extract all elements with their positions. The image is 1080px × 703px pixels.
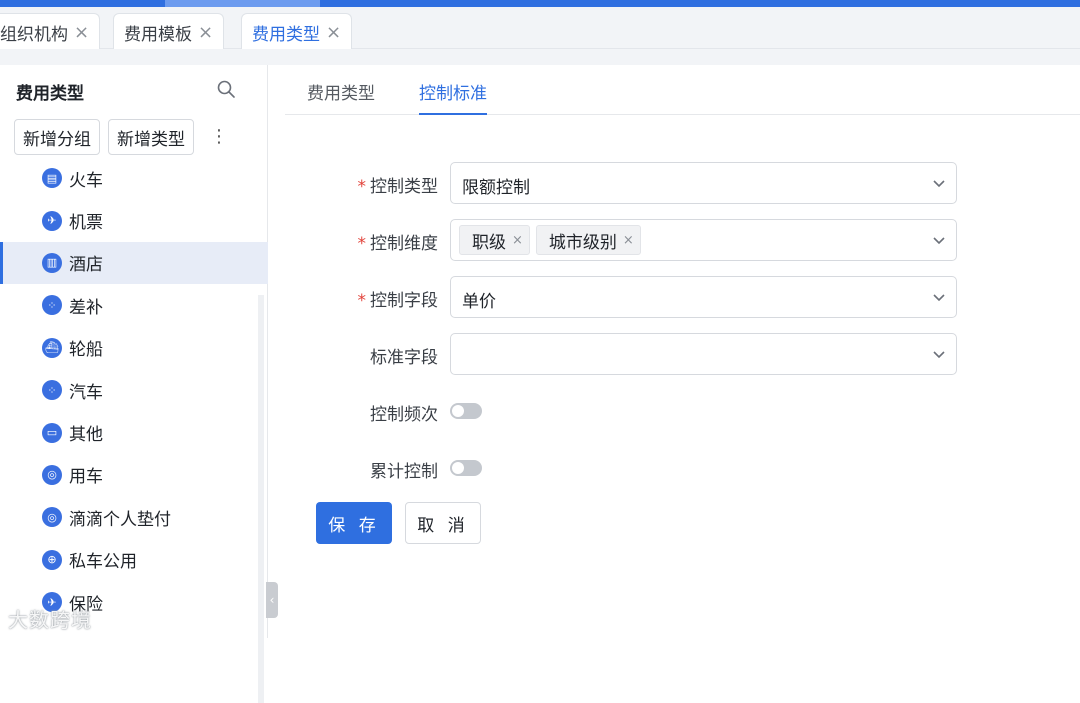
plane-icon: ✈ [42, 210, 62, 231]
sidebar: 费用类型 新增分组 新增类型 ⋮ ▤ 火车 ✈ 机票 ▥ 酒店 ⁘ 差补 ⛴ 轮船 ⁘ 汽车 ▭ 其他 ◎ 用… [0, 65, 268, 703]
sidebar-item[interactable]: ✈ 机票 [0, 199, 268, 241]
tab-expense-type[interactable]: 费用类型 × [241, 13, 353, 50]
cumulative-control-label: 累计控制 [370, 462, 438, 482]
control-type-label: 控制类型 [370, 177, 438, 197]
hotel-icon: ▥ [42, 252, 62, 273]
grid-icon: ⁘ [42, 380, 62, 401]
control-field-label: 控制字段 [370, 291, 438, 311]
train-icon: ▤ [42, 168, 62, 189]
sidebar-item-label: 用车 [69, 467, 103, 488]
top-accent-bar [0, 0, 1080, 7]
control-type-value: 限额控制 [462, 178, 530, 198]
sidebar-item-label: 酒店 [69, 255, 103, 276]
sidebar-item-label: 机票 [69, 213, 103, 234]
header-spacer [0, 49, 1080, 65]
add-type-button[interactable]: 新增类型 [108, 119, 194, 155]
chevron-down-icon [933, 351, 945, 359]
shield-icon: ◎ [42, 507, 62, 528]
dimension-tag: 城市级别 × [535, 225, 641, 255]
tab-label: 费用模板 [124, 24, 192, 45]
cumulative-control-toggle[interactable] [450, 460, 482, 476]
sidebar-item-label: 汽车 [69, 382, 103, 403]
tab-label: 费用类型 [252, 24, 320, 45]
page-tab-strip: 组织机构 × 费用模板 × 费用类型 × [0, 7, 1080, 50]
sidebar-item-label: 私车公用 [69, 552, 137, 573]
standard-field-label: 标准字段 [370, 348, 438, 368]
control-type-select[interactable]: 限额控制 [450, 162, 957, 204]
control-frequency-row: 控制频次 [268, 390, 1080, 432]
tab-control-standard[interactable]: 控制标准 [419, 79, 487, 115]
top-accent-highlight [165, 0, 320, 7]
required-mark: * [357, 234, 367, 254]
tab-label: 组织机构 [0, 24, 68, 45]
expense-type-tree: ▤ 火车 ✈ 机票 ▥ 酒店 ⁘ 差补 ⛴ 轮船 ⁘ 汽车 ▭ 其他 ◎ 用车 ◎ 滴滴个人垫付 ⊕ 私车公用 ✈ 保险 [0, 157, 268, 623]
cumulative-control-row: 累计控制 [268, 447, 1080, 489]
control-field-value: 单价 [462, 292, 496, 312]
control-dimension-row: * 控制维度 职级 × 城市级别 × [268, 219, 1080, 261]
tag-label: 职级 [472, 232, 506, 253]
chevron-down-icon [933, 294, 945, 302]
sidebar-item-label: 差补 [69, 297, 103, 318]
ship-icon: ⛴ [42, 337, 62, 358]
control-field-row: * 控制字段 单价 [268, 276, 1080, 318]
dimension-tag: 职级 × [459, 225, 530, 255]
sidebar-item[interactable]: ⁘ 汽车 [0, 369, 268, 411]
standard-field-row: 标准字段 [268, 333, 1080, 375]
sidebar-item-label: 轮船 [69, 340, 103, 361]
sidebar-item[interactable]: ▥ 酒店 [0, 241, 268, 285]
toggle-knob [452, 462, 464, 474]
chevron-down-icon [933, 180, 945, 188]
chevron-down-icon [933, 237, 945, 245]
tag-label: 城市级别 [548, 232, 617, 253]
tag-close-icon[interactable]: × [623, 233, 634, 248]
control-field-select[interactable]: 单价 [450, 276, 957, 318]
content-tabs: 费用类型 控制标准 [285, 65, 1080, 115]
sidebar-item[interactable]: ◎ 用车 [0, 454, 268, 496]
sidebar-scrollbar[interactable] [258, 295, 264, 703]
sidebar-item[interactable]: ⊕ 私车公用 [0, 539, 268, 581]
control-dimension-label: 控制维度 [370, 234, 438, 254]
control-type-row: * 控制类型 限额控制 [268, 162, 1080, 204]
close-icon[interactable]: × [326, 22, 341, 43]
save-button[interactable]: 保 存 [316, 502, 392, 544]
close-icon[interactable]: × [198, 22, 213, 43]
sidebar-title: 费用类型 [16, 84, 84, 104]
control-frequency-toggle[interactable] [450, 403, 482, 419]
standard-field-select[interactable] [450, 333, 957, 375]
close-icon[interactable]: × [74, 22, 89, 43]
shield-icon: ◎ [42, 464, 62, 485]
grid-icon: ⁘ [42, 295, 62, 316]
sidebar-item[interactable]: ⁘ 差补 [0, 284, 268, 326]
add-group-button[interactable]: 新增分组 [14, 119, 100, 155]
required-mark: * [357, 177, 367, 197]
sidebar-item[interactable]: ◎ 滴滴个人垫付 [0, 496, 268, 538]
wheel-icon: ⊕ [42, 549, 62, 570]
tab-expense-type-info[interactable]: 费用类型 [307, 79, 375, 115]
required-mark: * [357, 291, 367, 311]
control-dimension-select[interactable]: 职级 × 城市级别 × [450, 219, 957, 261]
sidebar-item[interactable]: ▤ 火车 [0, 157, 268, 199]
sidebar-item-label: 火车 [69, 170, 103, 191]
sidebar-item[interactable]: ▭ 其他 [0, 411, 268, 453]
toggle-knob [452, 405, 464, 417]
tag-close-icon[interactable]: × [512, 233, 523, 248]
watermark: 大数跨境 [8, 608, 92, 632]
sidebar-item[interactable]: ⛴ 轮船 [0, 327, 268, 369]
sidebar-item-label: 其他 [69, 425, 103, 446]
main-panel: 费用类型 控制标准 *控制类型 限额控制 *控制维度 职级 × 城市级别 × [268, 65, 1080, 638]
tab-expense-template[interactable]: 费用模板 × [113, 13, 225, 50]
control-frequency-label: 控制频次 [370, 405, 438, 425]
sidebar-item-label: 滴滴个人垫付 [69, 509, 171, 530]
car-icon: ▭ [42, 422, 62, 443]
search-icon[interactable] [216, 79, 236, 99]
more-icon[interactable]: ⋮ [210, 123, 228, 151]
tab-org[interactable]: 组织机构 × [0, 13, 101, 50]
cancel-button[interactable]: 取 消 [405, 502, 481, 544]
